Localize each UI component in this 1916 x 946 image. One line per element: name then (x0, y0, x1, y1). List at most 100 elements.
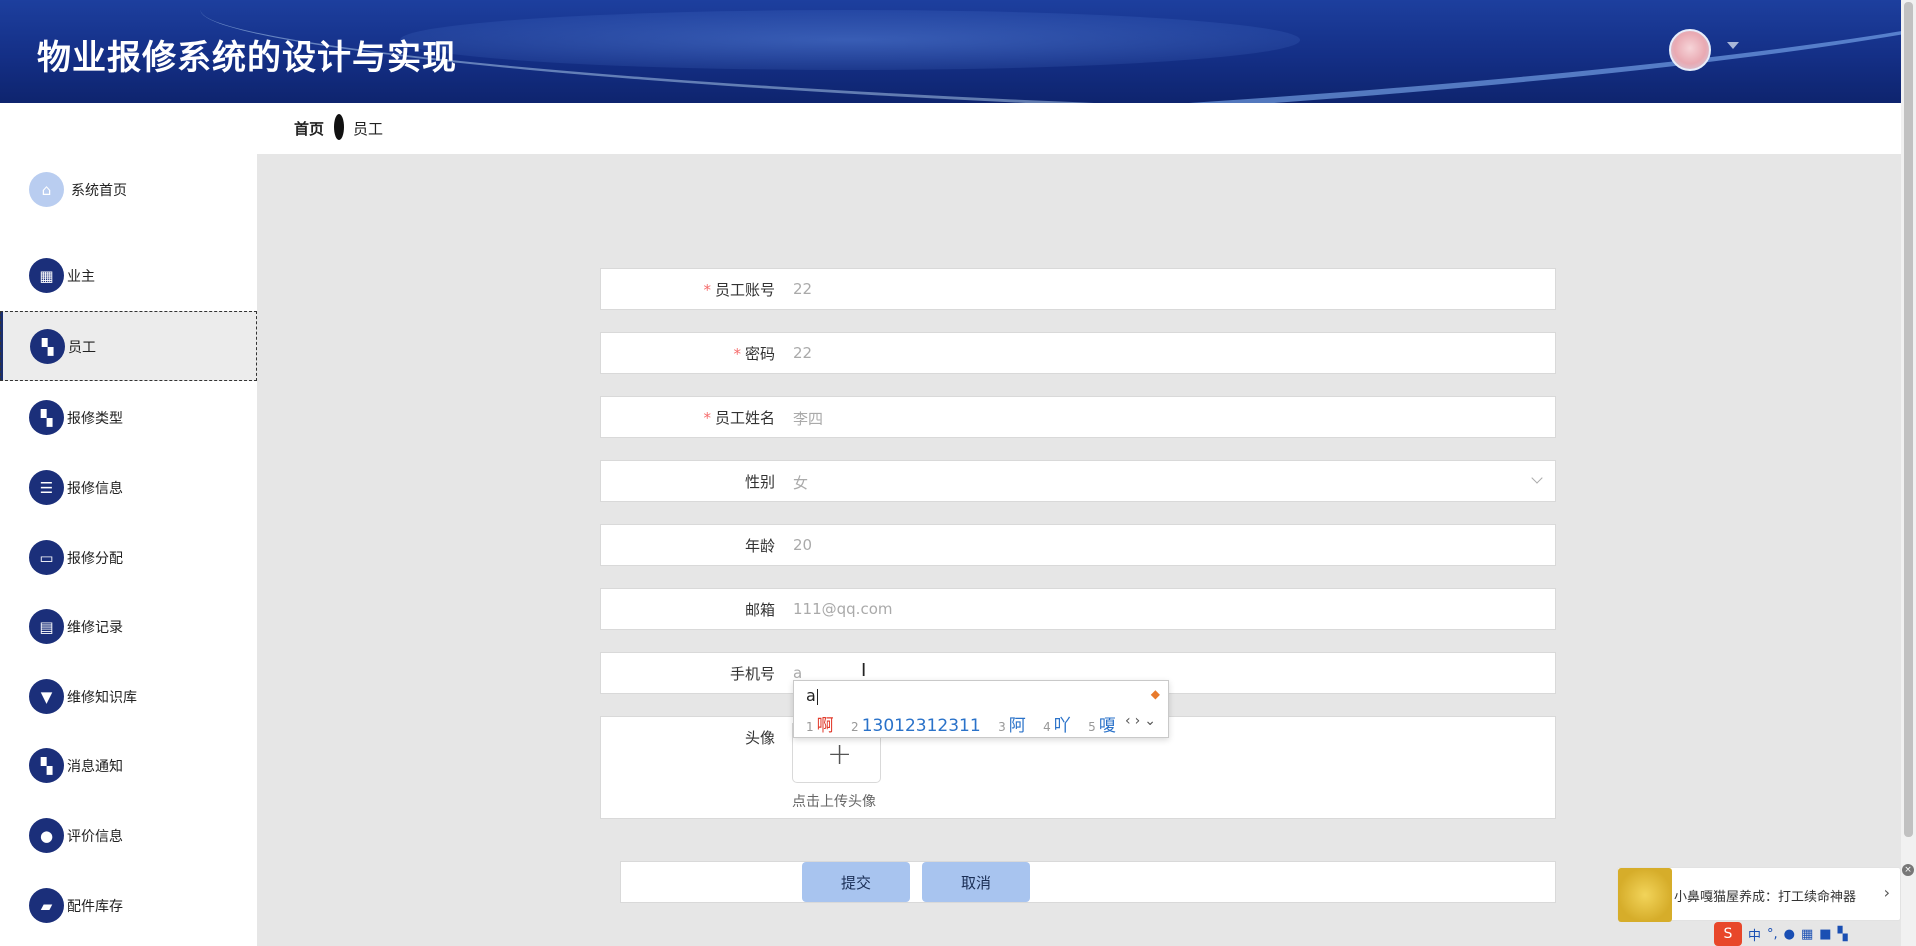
password-input[interactable]: 22 (793, 344, 812, 362)
ime-candidate[interactable]: 4吖 (1043, 716, 1071, 736)
phone-label: 手机号 (729, 665, 775, 683)
ime-candidate-text: 嗄 (1098, 716, 1116, 736)
form-actions: 提交 取消 (620, 861, 1556, 903)
sidebar-item-label: 报修类型 (67, 411, 123, 427)
ime-candidate-text: 13012312311 (861, 716, 981, 736)
home-icon: ⌂ (29, 172, 64, 207)
microphone-icon[interactable]: ● (1784, 927, 1795, 942)
keyboard-icon[interactable]: ▦ (1801, 927, 1813, 942)
ime-candidate-popup: a ◆ 1啊 2 13012312311 3阿 4吖 5嗄 ‹›⌄ (793, 680, 1169, 738)
sidebar-item-staff[interactable]: ▚ 员工 (0, 311, 257, 381)
name-input[interactable]: 李四 (793, 408, 823, 429)
ime-candidate[interactable]: 5嗄 (1088, 716, 1116, 736)
sidebar-item-label: 系统首页 (71, 183, 127, 199)
password-label-text: 密码 (744, 345, 775, 363)
sidebar-item-label: 报修分配 (67, 551, 123, 567)
ime-candidate[interactable]: 2 13012312311 (851, 716, 981, 736)
avatar-label: 头像 (744, 729, 775, 747)
sidebar-item-reviews[interactable]: ● 评价信息 (0, 800, 257, 870)
account-input[interactable]: 22 (793, 280, 812, 298)
chevron-down-icon[interactable] (1727, 42, 1739, 49)
ime-candidate-number: 5 (1088, 720, 1096, 734)
account-label-text: 员工账号 (714, 281, 775, 299)
ime-candidate-number: 2 (851, 720, 859, 734)
app-title: 物业报修系统的设计与实现 (37, 38, 457, 78)
submit-button[interactable]: 提交 (802, 862, 910, 902)
apps-icon: ▚ (29, 748, 64, 783)
sidebar-item-knowledge-base[interactable]: ▼ 维修知识库 (0, 661, 257, 731)
gender-select[interactable]: 女 (793, 472, 808, 493)
sidebar-item-owner[interactable]: ▦ 业主 (0, 240, 257, 310)
sidebar-item-repair-info[interactable]: ☰ 报修信息 (0, 452, 257, 522)
page-scrollbar[interactable] (1901, 0, 1916, 946)
avatar-upload-hint: 点击上传头像 (792, 794, 876, 810)
ime-candidate-text: 吖 (1053, 716, 1071, 736)
name-label: * 员工姓名 (703, 407, 775, 428)
form-row-name: * 员工姓名 李四 (600, 396, 1556, 438)
required-mark: * (703, 409, 711, 427)
sidebar-item-label: 配件库存 (67, 899, 123, 915)
email-label: 邮箱 (744, 601, 775, 619)
app-header: 物业报修系统的设计与实现 (0, 0, 1901, 103)
clipboard-icon: ▤ (29, 609, 64, 644)
sidebar-item-label: 维修记录 (67, 620, 123, 636)
bulb-icon: ● (29, 818, 64, 853)
toolbox-icon[interactable]: ▚ (1838, 927, 1848, 942)
sidebar-item-label: 维修知识库 (67, 690, 137, 706)
sidebar-item-repair-type[interactable]: ▚ 报修类型 (0, 382, 257, 452)
ime-toolbar: S 中 °, ● ▦ ■ ▚ (1714, 922, 1848, 946)
ime-candidate-text: 阿 (1008, 716, 1026, 736)
punctuation-icon[interactable]: °, (1767, 927, 1778, 942)
ime-candidate[interactable]: 1啊 (806, 716, 834, 736)
ime-candidate[interactable]: 3阿 (998, 716, 1026, 736)
sidebar: ⌂ 系统首页 ▦ 业主 ▚ 员工 ▚ 报修类型 ☰ 报修信息 ▭ 报修分配 ▤ … (0, 154, 257, 946)
wallet-icon: ▰ (29, 888, 64, 923)
sidebar-top-spacer (0, 103, 257, 154)
account-label: * 员工账号 (703, 279, 775, 300)
breadcrumb-home[interactable]: 首页 (294, 118, 324, 139)
breadcrumb-current: 员工 (353, 120, 384, 138)
sidebar-item-label: 员工 (68, 340, 96, 356)
sidebar-item-maintenance-record[interactable]: ▤ 维修记录 (0, 591, 257, 661)
chevron-left-icon[interactable]: ‹ (1125, 713, 1135, 729)
ime-caret (816, 688, 818, 705)
chevron-down-icon[interactable] (1531, 472, 1543, 484)
chevron-right-icon[interactable]: › (1884, 883, 1890, 902)
user-avatar[interactable] (1669, 29, 1711, 71)
game-ad-banner[interactable]: 小鼻嘎猫屋养成：打工续命神器 › (1617, 867, 1901, 922)
close-icon[interactable]: × (1902, 864, 1914, 876)
ime-composition: a (806, 686, 818, 705)
ime-page-nav[interactable]: ‹›⌄ (1125, 713, 1160, 729)
chevron-right-icon[interactable]: › (1135, 713, 1145, 729)
form-row-password: * 密码 22 (600, 332, 1556, 374)
sidebar-item-home[interactable]: ⌂ 系统首页 (0, 154, 257, 224)
required-mark: * (703, 281, 711, 299)
age-input[interactable]: 20 (793, 536, 812, 554)
lang-toggle[interactable]: 中 (1748, 925, 1761, 944)
ad-text: 小鼻嘎猫屋养成：打工续命神器 (1674, 890, 1857, 905)
ad-thumbnail (1618, 868, 1672, 922)
email-input[interactable]: 111@qq.com (793, 600, 892, 618)
scrollbar-thumb[interactable] (1904, 2, 1913, 837)
form-row-account: * 员工账号 22 (600, 268, 1556, 310)
sogou-logo-icon[interactable]: S (1714, 922, 1742, 946)
list-icon: ☰ (29, 470, 64, 505)
grid-icon: ▦ (29, 258, 64, 293)
sidebar-item-label: 消息通知 (67, 759, 123, 775)
sidebar-item-label: 报修信息 (67, 481, 123, 497)
cancel-button[interactable]: 取消 (922, 862, 1030, 902)
ime-candidate-number: 4 (1043, 720, 1051, 734)
form-row-age: 年龄 20 (600, 524, 1556, 566)
plus-icon: + (827, 737, 853, 772)
age-label: 年龄 (744, 537, 775, 555)
sidebar-item-notifications[interactable]: ▚ 消息通知 (0, 730, 257, 800)
skin-icon[interactable]: ■ (1819, 927, 1831, 942)
chevron-down-icon[interactable]: ⌄ (1144, 713, 1160, 729)
sidebar-item-repair-assign[interactable]: ▭ 报修分配 (0, 522, 257, 592)
apps-icon: ▚ (29, 400, 64, 435)
sidebar-item-parts-inventory[interactable]: ▰ 配件库存 (0, 870, 257, 940)
form-row-email: 邮箱 111@qq.com (600, 588, 1556, 630)
apps-icon: ▚ (30, 329, 65, 364)
sidebar-item-label: 业主 (67, 269, 95, 285)
ime-candidate-number: 3 (998, 720, 1006, 734)
